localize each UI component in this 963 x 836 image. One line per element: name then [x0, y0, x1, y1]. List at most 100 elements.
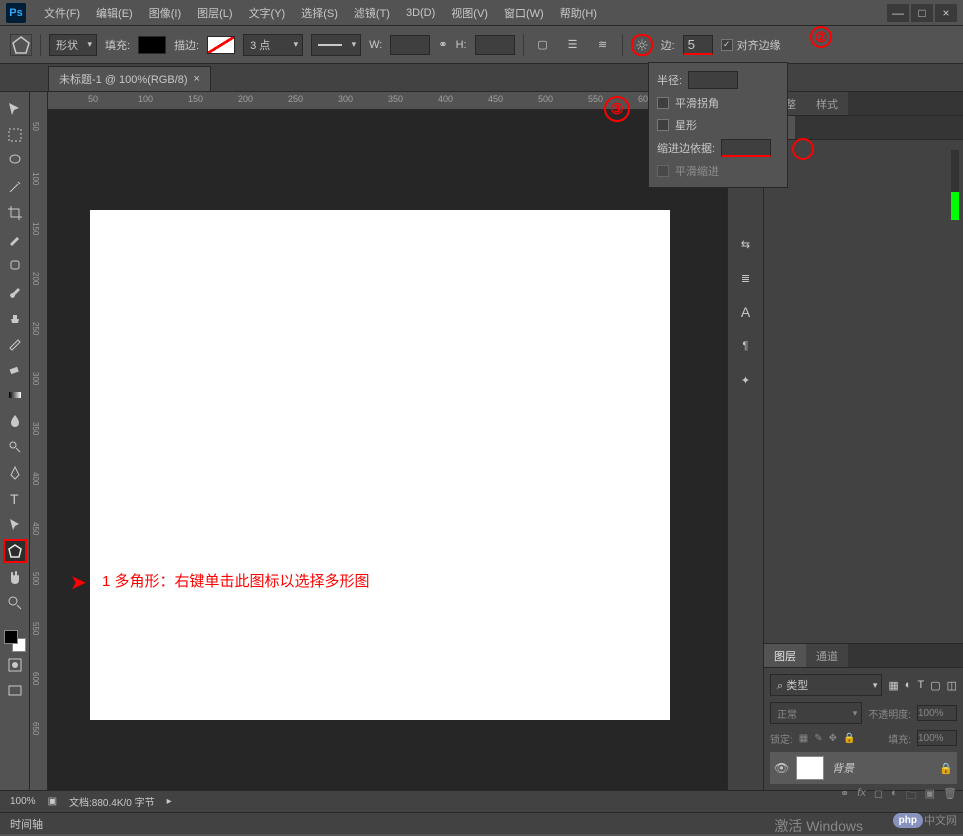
- smooth-indents-checkbox[interactable]: 平滑缩进: [657, 163, 779, 179]
- eraser-tool[interactable]: [3, 357, 27, 381]
- move-tool[interactable]: [3, 97, 27, 121]
- doc-size-icon[interactable]: ▣: [48, 796, 57, 807]
- height-input[interactable]: [475, 35, 515, 55]
- menu-view[interactable]: 视图(V): [443, 5, 496, 21]
- tab-layers[interactable]: 图层: [764, 644, 806, 667]
- stroke-width-dropdown[interactable]: 3 点: [243, 34, 303, 56]
- visibility-toggle-icon[interactable]: 👁: [774, 761, 788, 775]
- opacity-input[interactable]: [917, 705, 957, 721]
- layer-item-background[interactable]: 👁 背景 🔒: [770, 752, 957, 784]
- blend-mode-dropdown[interactable]: 正常: [770, 702, 862, 724]
- delete-layer-icon[interactable]: 🗑: [943, 787, 957, 806]
- actions-panel-icon[interactable]: ≣: [734, 266, 758, 290]
- smooth-corners-checkbox[interactable]: 平滑拐角: [657, 95, 779, 111]
- lock-transparency-icon[interactable]: ▦: [799, 733, 808, 744]
- menu-filter[interactable]: 滤镜(T): [346, 5, 398, 21]
- stroke-swatch[interactable]: [207, 36, 235, 54]
- menu-edit[interactable]: 编辑(E): [88, 5, 141, 21]
- eyedropper-tool[interactable]: [3, 227, 27, 251]
- canvas-area[interactable]: ➤ 1 多角形：右键单击此图标以选择多形图: [48, 110, 727, 790]
- menu-layer[interactable]: 图层(L): [189, 5, 240, 21]
- layer-filter-dropdown[interactable]: ⌕ 类型: [770, 674, 882, 696]
- tab-channels[interactable]: 通道: [806, 644, 848, 667]
- brush-settings-icon[interactable]: ✦: [734, 368, 758, 392]
- adjustment-layer-icon[interactable]: ◐: [891, 787, 898, 806]
- layer-fx-icon[interactable]: fx: [857, 787, 866, 806]
- layer-fill-input[interactable]: [917, 730, 957, 746]
- paragraph-panel-icon[interactable]: ¶: [734, 334, 758, 358]
- layer-name[interactable]: 背景: [832, 760, 854, 776]
- fill-swatch[interactable]: [138, 36, 166, 54]
- tab-styles[interactable]: 样式: [806, 92, 848, 115]
- magic-wand-tool[interactable]: [3, 175, 27, 199]
- sides-input[interactable]: [683, 35, 713, 55]
- vertical-ruler[interactable]: 50100150200250300350400450500550600650: [30, 92, 48, 790]
- history-brush-tool[interactable]: [3, 331, 27, 355]
- menu-window[interactable]: 窗口(W): [496, 5, 552, 21]
- lock-pixels-icon[interactable]: ✎: [814, 733, 822, 744]
- lock-position-icon[interactable]: ✥: [829, 733, 837, 744]
- document-tab[interactable]: 未标题-1 @ 100%(RGB/8) ×: [48, 66, 211, 91]
- close-window-button[interactable]: ×: [935, 4, 957, 22]
- clone-stamp-tool[interactable]: [3, 305, 27, 329]
- layer-mask-icon[interactable]: ◻: [874, 787, 883, 806]
- menu-select[interactable]: 选择(S): [293, 5, 346, 21]
- lock-all-icon[interactable]: 🔒: [843, 733, 855, 744]
- color-swatches[interactable]: [4, 630, 26, 652]
- marquee-tool[interactable]: [3, 123, 27, 147]
- width-input[interactable]: [390, 35, 430, 55]
- close-tab-button[interactable]: ×: [194, 73, 200, 85]
- menu-file[interactable]: 文件(F): [36, 5, 88, 21]
- new-layer-icon[interactable]: ▣: [925, 787, 935, 806]
- horizontal-ruler[interactable]: 50100150200250300350400450500550600: [48, 92, 727, 110]
- menu-help[interactable]: 帮助(H): [552, 5, 605, 21]
- filter-type-icon[interactable]: T: [917, 679, 924, 691]
- maximize-button[interactable]: □: [911, 4, 933, 22]
- menu-image[interactable]: 图像(I): [141, 5, 189, 21]
- doc-info-arrow-icon[interactable]: ▸: [167, 796, 172, 807]
- star-checkbox[interactable]: 星形: [657, 117, 779, 133]
- shape-mode-dropdown[interactable]: 形状: [49, 34, 97, 56]
- radius-input[interactable]: [688, 71, 738, 89]
- menu-type[interactable]: 文字(Y): [241, 5, 294, 21]
- path-selection-tool[interactable]: [3, 513, 27, 537]
- zoom-tool[interactable]: [3, 591, 27, 615]
- layer-thumbnail[interactable]: [796, 756, 824, 780]
- align-edges-checkbox[interactable]: ✓ 对齐边缘: [721, 37, 781, 53]
- screen-mode-tool[interactable]: [3, 679, 27, 703]
- stroke-style-dropdown[interactable]: [311, 34, 361, 56]
- document-canvas[interactable]: [90, 210, 670, 720]
- polygon-tool[interactable]: [3, 539, 27, 563]
- history-panel-icon[interactable]: ⇆: [734, 232, 758, 256]
- indent-input[interactable]: [721, 139, 771, 157]
- path-align-icon[interactable]: ☰: [562, 34, 584, 56]
- path-arrange-icon[interactable]: ≋: [592, 34, 614, 56]
- quick-mask-tool[interactable]: [3, 653, 27, 677]
- zoom-level[interactable]: 100%: [10, 796, 36, 807]
- type-tool[interactable]: T: [3, 487, 27, 511]
- blur-tool[interactable]: [3, 409, 27, 433]
- tool-preset-polygon[interactable]: [10, 34, 32, 56]
- link-layers-icon[interactable]: ⚭: [840, 787, 849, 806]
- dodge-tool[interactable]: [3, 435, 27, 459]
- path-combine-icon[interactable]: ▢: [532, 34, 554, 56]
- brush-tool[interactable]: [3, 279, 27, 303]
- filter-smart-icon[interactable]: ◫: [947, 679, 957, 692]
- character-panel-icon[interactable]: A: [734, 300, 758, 324]
- healing-brush-tool[interactable]: [3, 253, 27, 277]
- pen-tool[interactable]: [3, 461, 27, 485]
- layer-group-icon[interactable]: 🗀: [906, 787, 917, 806]
- lasso-tool[interactable]: [3, 149, 27, 173]
- menu-3d[interactable]: 3D(D): [398, 7, 443, 19]
- gear-button[interactable]: [631, 34, 653, 56]
- filter-shape-icon[interactable]: ▢: [930, 679, 940, 692]
- minimize-button[interactable]: —: [887, 4, 909, 22]
- crop-tool[interactable]: [3, 201, 27, 225]
- gradient-tool[interactable]: [3, 383, 27, 407]
- foreground-color[interactable]: [4, 630, 18, 644]
- hand-tool[interactable]: [3, 565, 27, 589]
- filter-pixel-icon[interactable]: ▦: [888, 679, 898, 692]
- link-icon[interactable]: ⚭: [438, 38, 447, 51]
- doc-info[interactable]: 文档:880.4K/0 字节: [69, 794, 155, 809]
- filter-adjust-icon[interactable]: ◐: [905, 679, 912, 691]
